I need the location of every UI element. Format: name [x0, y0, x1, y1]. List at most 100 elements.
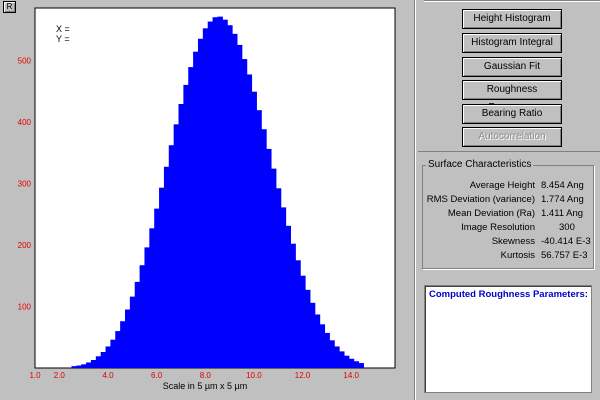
histogram-bar [309, 302, 316, 368]
y-tick-label: 500 [18, 56, 32, 65]
bearing-ratio-button[interactable]: Bearing Ratio [462, 104, 562, 124]
histogram-bar [261, 129, 267, 368]
histogram-bar [285, 225, 291, 368]
histogram-bar [232, 33, 238, 368]
x-tick-label: 12.0 [295, 371, 311, 380]
stat-label: Skewness [491, 236, 535, 247]
histogram-bar [202, 28, 209, 369]
gaussian-fit-button[interactable]: Gaussian Fit [462, 57, 562, 77]
histogram-bar [139, 265, 146, 368]
histogram-bar [295, 260, 301, 368]
roughness-parameters-title: Computed Roughness Parameters: [429, 289, 588, 300]
stat-row-rms-deviation: RMS Deviation (variance) 1.774 Ang [423, 194, 595, 208]
y-tick-label: 300 [18, 179, 32, 188]
histogram-bar [144, 247, 150, 368]
histogram-bar [105, 346, 111, 368]
histogram-bar [246, 74, 253, 369]
histogram-bar [236, 44, 243, 369]
histogram-bar [134, 281, 141, 368]
histogram-bar [256, 110, 262, 369]
histogram-bar [110, 339, 116, 368]
histogram-bar [222, 19, 228, 368]
stat-value: 56.757 E-3 [541, 250, 588, 261]
stat-row-kurtosis: Kurtosis 56.757 E-3 [423, 250, 595, 264]
histogram-bar [129, 296, 136, 368]
histogram-bar [241, 59, 248, 368]
histogram-bar [125, 309, 131, 368]
histogram-bar [275, 188, 282, 368]
histogram-chart: 100200300400500 1.0 2.0 4.0 6.0 8.0 10.0 12.0 1… [18, 7, 396, 391]
stat-label: Average Height [469, 180, 535, 191]
histogram-bar [353, 361, 360, 368]
stat-label: Image Resolution [461, 222, 535, 233]
histogram-bar [154, 208, 160, 368]
stat-value: -40.414 E-3 [541, 236, 591, 247]
histogram-bar [270, 168, 277, 368]
histogram-bar [358, 363, 364, 368]
histogram-bar [339, 351, 345, 368]
roughness-frequency-button[interactable]: Roughness Frequency [462, 80, 562, 113]
histogram-plot: 100 200 300 400 500 1.0 2.0 4.0 6.0 8.0 10.0 12.0 1… [0, 0, 412, 400]
stat-value: 300 [559, 222, 575, 233]
x-tick-label: 1.0 [29, 371, 41, 380]
histogram-bar [290, 243, 296, 368]
histogram-bar [86, 362, 92, 368]
roughness-parameters-box: Computed Roughness Parameters: [424, 285, 592, 393]
histogram-bar [212, 17, 219, 368]
histogram-bar [197, 38, 204, 369]
histogram-bar [163, 166, 170, 368]
histogram-bar [207, 21, 214, 368]
x-tick-label: 6.0 [151, 371, 163, 380]
surface-characteristics-group: Surface Characteristics Average Height 8… [422, 159, 595, 269]
histogram-bar [334, 346, 340, 368]
histogram-bar [95, 356, 102, 368]
histogram-bar [183, 84, 189, 369]
stat-value: 1.774 Ang [541, 194, 584, 205]
histogram-bar [149, 228, 155, 368]
histogram-bar [227, 25, 233, 368]
histogram-bar [348, 358, 355, 368]
histogram-bar [115, 331, 121, 368]
histogram-bar [329, 340, 335, 368]
corner-button[interactable]: R [3, 1, 16, 13]
histogram-bar [178, 104, 184, 368]
histogram-bar [324, 332, 330, 368]
stat-label: Kurtosis [500, 250, 535, 261]
histogram-bar [76, 365, 82, 368]
y-tick-label: 200 [18, 241, 32, 250]
y-axis-ticks: 100 200 300 400 500 [18, 56, 32, 311]
histogram-bar [193, 51, 199, 368]
x-axis-label: Scale in 5 µm x 5 µm [163, 381, 247, 391]
x-tick-label: 14.0 [343, 371, 359, 380]
histogram-bar [319, 324, 326, 368]
stat-row-skewness: Skewness -40.414 E-3 [423, 236, 595, 250]
histogram-bar [343, 355, 350, 368]
histogram-bar [266, 148, 272, 368]
x-tick-label: 10.0 [246, 371, 262, 380]
histogram-bar [173, 124, 180, 368]
panel-ledge [424, 0, 600, 2]
autocorrelation-button: Autocorrelation [462, 127, 562, 147]
surface-characteristics-title: Surface Characteristics [426, 159, 534, 170]
histogram-bar [188, 67, 194, 368]
histogram-bar [159, 187, 165, 368]
histogram-bar [81, 364, 87, 368]
x-axis-ticks: 1.0 2.0 4.0 6.0 8.0 10.0 12.0 14.0 [29, 371, 359, 380]
stat-label: RMS Deviation (variance) [426, 194, 535, 205]
chart-type-panel: Height Histogram Histogram Integral Gaus… [418, 0, 600, 152]
y-tick-label: 100 [18, 303, 32, 312]
panel-divider [414, 0, 416, 400]
histogram-bar [71, 366, 77, 368]
histogram-bar [168, 145, 175, 368]
cursor-x-readout: X = [56, 24, 70, 34]
stat-value: 1.411 Ang [541, 208, 584, 219]
histogram-bar [305, 289, 311, 368]
histogram-integral-button[interactable]: Histogram Integral [462, 33, 562, 53]
stat-row-mean-deviation: Mean Deviation (Ra) 1.411 Ang [423, 208, 595, 222]
height-histogram-button[interactable]: Height Histogram [462, 9, 562, 29]
x-tick-label: 4.0 [102, 371, 114, 380]
histogram-bar [90, 360, 97, 368]
histogram-bar [217, 16, 223, 369]
histogram-bar [280, 207, 287, 368]
stat-row-average-height: Average Height 8.454 Ang [423, 180, 595, 194]
